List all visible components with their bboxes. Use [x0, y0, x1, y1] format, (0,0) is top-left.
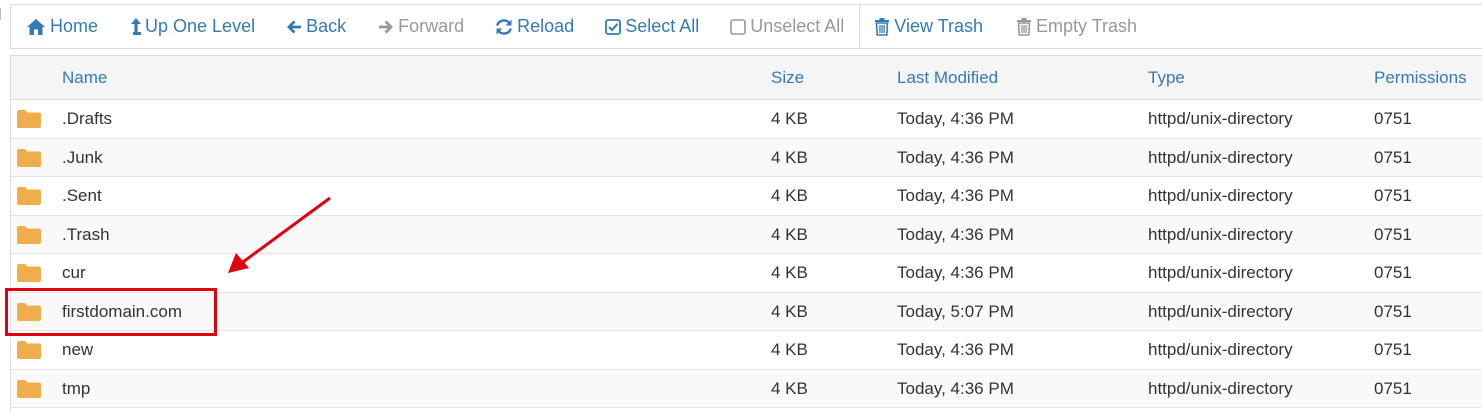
file-permissions: 0751 [1374, 301, 1412, 321]
table-row[interactable]: .Drafts 4 KB Today, 4:36 PM httpd/unix-dire… [11, 100, 1482, 139]
table-body: .Drafts 4 KB Today, 4:36 PM httpd/unix-dire… [11, 100, 1482, 408]
forward-button[interactable]: Forward [378, 5, 464, 48]
column-header-permissions[interactable]: Permissions [1374, 56, 1467, 99]
unselect-all-label: Unselect All [750, 16, 845, 36]
up-one-level-label: Up One Level [145, 16, 256, 36]
toolbar-divider [859, 4, 861, 49]
table-row[interactable]: .Junk 4 KB Today, 4:36 PM httpd/unix-direct… [11, 138, 1482, 177]
table-row[interactable]: .Sent 4 KB Today, 4:36 PM httpd/unix-direct… [11, 177, 1482, 216]
folder-icon [16, 225, 42, 250]
reload-button[interactable]: Reload [495, 5, 574, 48]
select-all-label: Select All [625, 16, 700, 36]
file-name[interactable]: .Sent [62, 177, 102, 215]
arrow-left-icon [286, 19, 302, 35]
folder-icon [16, 379, 42, 404]
folder-icon [16, 186, 42, 211]
folder-icon [16, 302, 42, 327]
view-trash-button[interactable]: View Trash [874, 5, 983, 48]
file-type: httpd/unix-directory [1148, 186, 1293, 205]
file-last-modified: Today, 4:36 PM [897, 340, 1014, 359]
file-last-modified: Today, 4:36 PM [897, 186, 1014, 205]
file-name[interactable]: .Junk [62, 139, 103, 177]
file-type: httpd/unix-directory [1148, 340, 1293, 359]
file-size: 4 KB [771, 147, 808, 167]
file-permissions: 0751 [1374, 109, 1412, 128]
checkbox-checked-icon [605, 18, 622, 35]
arrow-up-icon [130, 17, 142, 37]
file-last-modified: Today, 4:36 PM [897, 263, 1014, 282]
table-row[interactable]: firstdomain.com 4 KB Today, 5:07 PM httpd/u… [11, 292, 1482, 331]
reload-label: Reload [517, 16, 575, 36]
file-name[interactable]: new [62, 331, 93, 369]
file-permissions: 0751 [1374, 147, 1412, 167]
folder-icon [16, 109, 42, 134]
file-type: httpd/unix-directory [1148, 301, 1293, 321]
file-size: 4 KB [771, 224, 808, 244]
file-last-modified: Today, 5:07 PM [897, 301, 1014, 321]
unselect-all-button[interactable]: Unselect All [730, 5, 844, 48]
file-type: httpd/unix-directory [1148, 378, 1293, 398]
file-type: httpd/unix-directory [1148, 109, 1293, 128]
file-name[interactable]: cur [62, 254, 86, 292]
file-size: 4 KB [771, 186, 808, 205]
file-type: httpd/unix-directory [1148, 224, 1293, 244]
file-last-modified: Today, 4:36 PM [897, 224, 1014, 244]
trash-icon [874, 17, 890, 36]
empty-trash-button[interactable]: Empty Trash [1016, 5, 1137, 48]
file-last-modified: Today, 4:36 PM [897, 109, 1014, 128]
forward-label: Forward [398, 16, 465, 36]
folder-icon [16, 148, 42, 173]
table-row[interactable]: tmp 4 KB Today, 4:36 PM httpd/unix-director… [11, 369, 1482, 408]
edge-divider [0, 8, 1, 20]
file-permissions: 0751 [1374, 263, 1412, 282]
file-permissions: 0751 [1374, 340, 1412, 359]
up-one-level-button[interactable]: Up One Level [130, 5, 255, 48]
file-name[interactable]: .Drafts [62, 100, 112, 138]
home-button[interactable]: Home [26, 5, 98, 48]
folder-icon [16, 263, 42, 288]
trash-icon [1016, 17, 1032, 36]
folder-icon [16, 340, 42, 365]
toolbar: Home Up One Level Back Forward Reload Se… [10, 4, 1482, 49]
empty-trash-label: Empty Trash [1036, 16, 1138, 36]
file-size: 4 KB [771, 109, 808, 128]
file-size: 4 KB [771, 340, 808, 359]
file-table: Name Size Last Modified Type Permissions… [10, 55, 1482, 412]
file-name[interactable]: firstdomain.com [62, 293, 182, 331]
back-label: Back [306, 16, 347, 36]
file-size: 4 KB [771, 301, 808, 321]
file-size: 4 KB [771, 378, 808, 398]
column-header-size[interactable]: Size [771, 56, 804, 99]
column-header-type[interactable]: Type [1148, 56, 1185, 99]
back-button[interactable]: Back [286, 5, 346, 48]
file-last-modified: Today, 4:36 PM [897, 378, 1014, 398]
file-size: 4 KB [771, 263, 808, 282]
file-name[interactable]: tmp [62, 370, 90, 408]
file-permissions: 0751 [1374, 224, 1412, 244]
file-last-modified: Today, 4:36 PM [897, 147, 1014, 167]
table-header: Name Size Last Modified Type Permissions [11, 55, 1482, 100]
arrow-right-icon [378, 19, 394, 35]
column-header-last-modified[interactable]: Last Modified [897, 56, 998, 99]
file-permissions: 0751 [1374, 186, 1412, 205]
home-icon [26, 18, 46, 36]
file-type: httpd/unix-directory [1148, 263, 1293, 282]
home-label: Home [50, 16, 99, 36]
table-row[interactable]: .Trash 4 KB Today, 4:36 PM httpd/unix-direc… [11, 215, 1482, 254]
reload-icon [495, 18, 513, 36]
select-all-button[interactable]: Select All [605, 5, 699, 48]
table-row[interactable]: new 4 KB Today, 4:36 PM httpd/unix-director… [11, 331, 1482, 370]
file-name[interactable]: .Trash [62, 216, 110, 254]
file-manager: Home Up One Level Back Forward Reload Se… [0, 0, 1482, 412]
view-trash-label: View Trash [894, 16, 983, 36]
file-permissions: 0751 [1374, 378, 1412, 398]
table-row[interactable]: cur 4 KB Today, 4:36 PM httpd/unix-director… [11, 254, 1482, 293]
checkbox-empty-icon [730, 18, 747, 35]
file-type: httpd/unix-directory [1148, 147, 1293, 167]
column-header-name[interactable]: Name [62, 56, 107, 99]
